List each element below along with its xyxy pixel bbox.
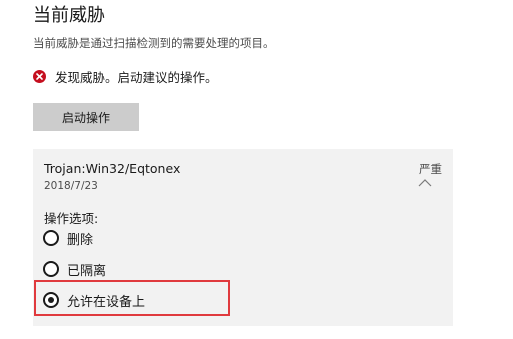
threat-status: 发现威胁。启动建议的操作。: [33, 67, 218, 85]
radio-label: 已隔离: [67, 263, 107, 279]
threat-protection-page: 当前威胁 当前威胁是通过扫描检测到的需要处理的项目。 发现威胁。启动建议的操作。…: [0, 0, 513, 339]
radio-option-remove[interactable]: 删除: [43, 228, 93, 248]
page-subtitle: 当前威胁是通过扫描检测到的需要处理的项目。: [33, 36, 275, 50]
threat-date: 2018/7/23: [44, 180, 98, 192]
page-title: 当前威胁: [33, 5, 105, 26]
radio-button[interactable]: [43, 261, 59, 277]
action-options-label: 操作选项:: [44, 211, 99, 226]
chevron-up-icon[interactable]: [418, 178, 432, 188]
radio-option-quarantine[interactable]: 已隔离: [43, 259, 106, 279]
status-text: 发现威胁。启动建议的操作。: [55, 69, 218, 85]
severity-label: 严重: [419, 162, 442, 176]
start-actions-button[interactable]: 启动操作: [33, 103, 139, 131]
radio-button[interactable]: [43, 230, 59, 246]
threat-name: Trojan:Win32/Eqtonex: [44, 161, 181, 176]
error-x-icon: [33, 69, 46, 83]
highlight-annotation-box: [34, 280, 230, 316]
radio-label: 删除: [67, 232, 94, 248]
